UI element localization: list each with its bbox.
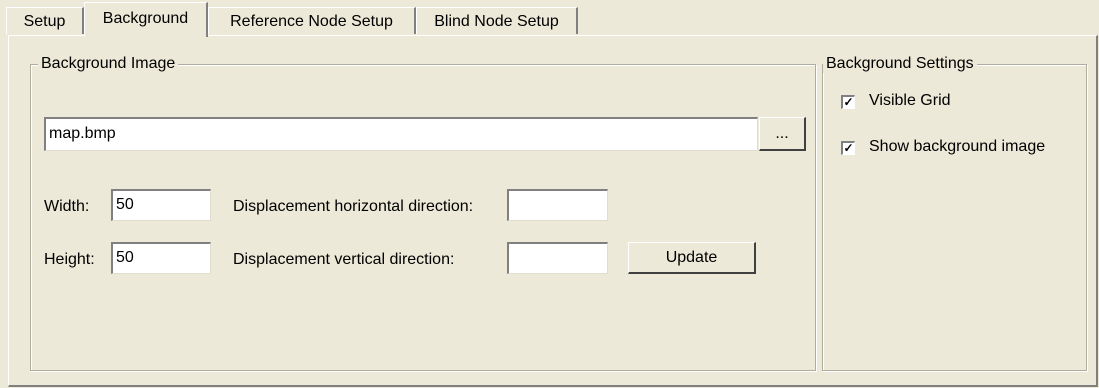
visible-grid-label: Visible Grid <box>869 92 951 109</box>
tab-background-label: Background <box>102 10 189 27</box>
background-image-file-value: map.bmp <box>49 125 116 142</box>
update-button[interactable]: Update <box>628 242 756 274</box>
tab-strip: Setup Background Reference Node Setup Bl… <box>0 0 1099 40</box>
browse-button[interactable]: ... <box>759 117 806 151</box>
visible-grid-checkbox[interactable]: ✓ <box>841 95 855 109</box>
width-value: 50 <box>116 196 134 213</box>
background-tab-panel: Background Image map.bmp ... Width: 50 D… <box>8 35 1098 387</box>
displacement-horizontal-input[interactable] <box>507 189 608 221</box>
tab-blind-node-setup[interactable]: Blind Node Setup <box>416 7 578 34</box>
background-image-file-input[interactable]: map.bmp <box>44 117 758 151</box>
show-background-image-check-icon: ✓ <box>843 141 854 155</box>
tab-reference-node-setup[interactable]: Reference Node Setup <box>208 7 416 34</box>
height-value: 50 <box>116 249 134 266</box>
width-label: Width: <box>44 198 90 215</box>
displacement-vertical-label: Displacement vertical direction: <box>233 251 455 268</box>
height-label: Height: <box>44 251 95 268</box>
background-image-group: Background Image map.bmp ... Width: 50 D… <box>30 55 816 371</box>
tab-background[interactable]: Background <box>84 2 208 37</box>
show-background-image-label: Show background image <box>869 138 1046 155</box>
tab-reference-node-setup-label: Reference Node Setup <box>230 13 393 30</box>
displacement-vertical-input[interactable] <box>507 242 608 274</box>
background-settings-group: Background Settings ✓ Visible Grid ✓ Sho… <box>822 55 1087 371</box>
tab-setup-label: Setup <box>23 13 66 30</box>
width-input[interactable]: 50 <box>111 189 211 221</box>
browse-button-label: ... <box>775 125 789 142</box>
background-settings-legend: Background Settings <box>823 55 977 73</box>
tab-blind-node-setup-label: Blind Node Setup <box>434 13 559 30</box>
visible-grid-check-icon: ✓ <box>843 95 854 109</box>
update-button-label: Update <box>665 249 718 266</box>
background-image-legend: Background Image <box>38 55 179 73</box>
tab-setup[interactable]: Setup <box>6 7 84 34</box>
show-background-image-checkbox[interactable]: ✓ <box>841 141 855 155</box>
height-input[interactable]: 50 <box>111 242 211 274</box>
displacement-horizontal-label: Displacement horizontal direction: <box>233 198 474 215</box>
